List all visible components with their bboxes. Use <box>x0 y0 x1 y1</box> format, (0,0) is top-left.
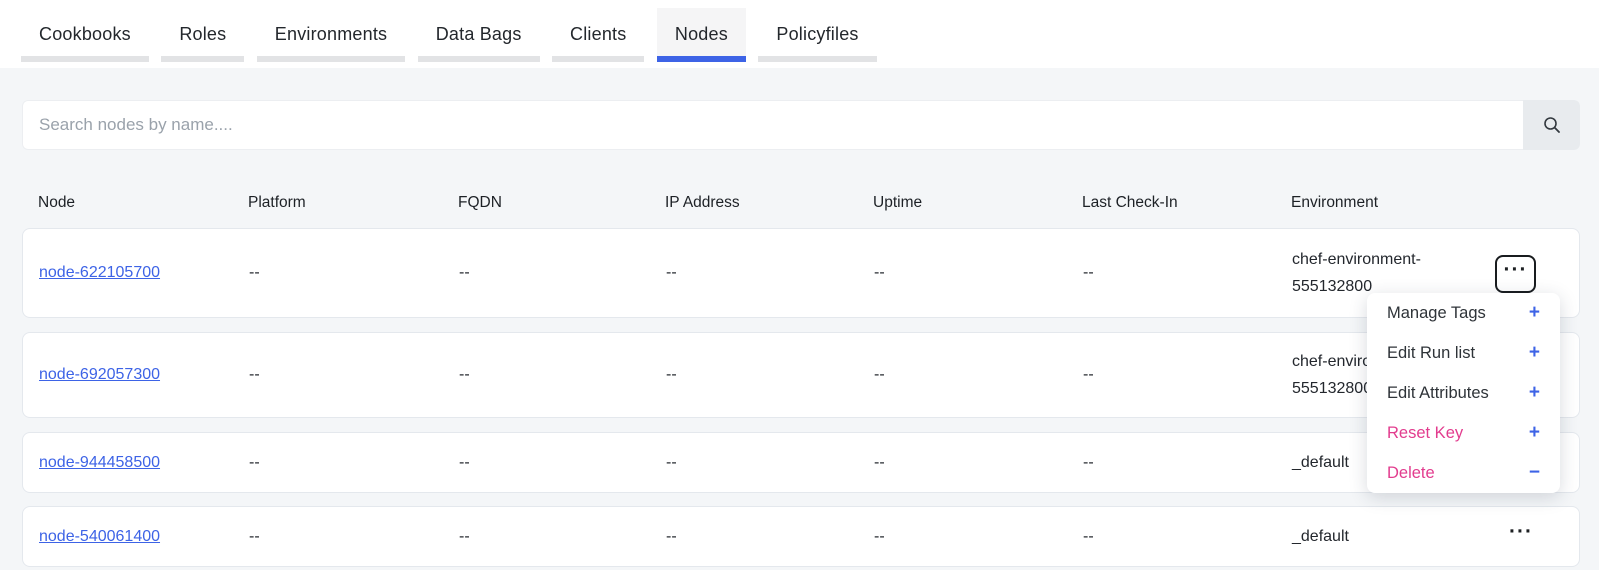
tab-clients[interactable]: Clients <box>552 8 644 62</box>
cell-uptime: -- <box>858 454 1067 472</box>
ellipsis-icon: ··· <box>1509 527 1533 537</box>
ellipsis-icon: ··· <box>1504 265 1528 275</box>
plus-icon: + <box>1529 302 1540 324</box>
tab-roles[interactable]: Roles <box>161 8 244 62</box>
minus-icon: − <box>1529 462 1540 484</box>
column-header-uptime: Uptime <box>857 194 1066 212</box>
row-actions-button[interactable]: ··· <box>1495 255 1536 293</box>
tab-nodes[interactable]: Nodes <box>657 8 746 62</box>
tab-policyfiles[interactable]: Policyfiles <box>758 8 876 62</box>
column-header-node: Node <box>22 194 232 212</box>
cell-last-check-in: -- <box>1067 264 1276 282</box>
tab-cookbooks[interactable]: Cookbooks <box>21 8 149 62</box>
cell-last-check-in: -- <box>1067 454 1276 472</box>
main-tabbar: Cookbooks Roles Environments Data Bags C… <box>0 0 1599 68</box>
cell-uptime: -- <box>858 528 1067 546</box>
menu-item-label: Reset Key <box>1387 424 1463 443</box>
node-link[interactable]: node-540061400 <box>39 528 160 545</box>
table-header: Node Platform FQDN IP Address Uptime Las… <box>22 180 1580 226</box>
cell-ip-address: -- <box>650 264 858 282</box>
plus-icon: + <box>1529 342 1540 364</box>
column-header-platform: Platform <box>232 194 442 212</box>
cell-platform: -- <box>233 264 443 282</box>
node-link[interactable]: node-622105700 <box>39 264 160 281</box>
search-input[interactable] <box>22 100 1523 150</box>
cell-platform: -- <box>233 366 443 384</box>
tab-environments[interactable]: Environments <box>257 8 405 62</box>
cell-environment: _default <box>1292 523 1349 550</box>
plus-icon: + <box>1529 382 1540 404</box>
cell-environment: chef-environment-555132800 <box>1292 246 1467 300</box>
menu-item-reset-key[interactable]: Reset Key + <box>1367 413 1560 453</box>
menu-item-label: Delete <box>1387 464 1435 483</box>
row-actions-menu: Manage Tags + Edit Run list + Edit Attri… <box>1367 293 1560 493</box>
menu-item-label: Edit Attributes <box>1387 384 1489 403</box>
cell-environment: _default <box>1292 449 1349 476</box>
menu-item-label: Manage Tags <box>1387 304 1486 323</box>
nodes-page: Cookbooks Roles Environments Data Bags C… <box>0 0 1599 570</box>
menu-item-manage-tags[interactable]: Manage Tags + <box>1367 293 1560 333</box>
cell-ip-address: -- <box>650 366 858 384</box>
table-row: node-540061400 -- -- -- -- -- _default ·… <box>22 506 1580 567</box>
plus-icon: + <box>1529 422 1540 444</box>
cell-uptime: -- <box>858 366 1067 384</box>
node-link[interactable]: node-692057300 <box>39 366 160 383</box>
cell-ip-address: -- <box>650 528 858 546</box>
row-actions-button[interactable]: ··· <box>1509 532 1533 542</box>
cell-last-check-in: -- <box>1067 366 1276 384</box>
table-row: node-692057300 -- -- -- -- -- chef-envir… <box>22 332 1580 418</box>
tab-data-bags[interactable]: Data Bags <box>418 8 540 62</box>
column-header-last-check-in: Last Check-In <box>1066 194 1275 212</box>
cell-fqdn: -- <box>443 366 650 384</box>
cell-last-check-in: -- <box>1067 528 1276 546</box>
column-header-fqdn: FQDN <box>442 194 649 212</box>
column-header-ip-address: IP Address <box>649 194 857 212</box>
column-header-environment: Environment <box>1275 194 1580 212</box>
menu-item-edit-run-list[interactable]: Edit Run list + <box>1367 333 1560 373</box>
search-button[interactable] <box>1523 100 1580 150</box>
cell-fqdn: -- <box>443 264 650 282</box>
node-search-bar <box>22 100 1580 150</box>
cell-platform: -- <box>233 528 443 546</box>
cell-ip-address: -- <box>650 454 858 472</box>
menu-item-edit-attributes[interactable]: Edit Attributes + <box>1367 373 1560 413</box>
node-link[interactable]: node-944458500 <box>39 454 160 471</box>
cell-fqdn: -- <box>443 454 650 472</box>
menu-item-label: Edit Run list <box>1387 344 1475 363</box>
cell-uptime: -- <box>858 264 1067 282</box>
search-icon <box>1542 115 1562 135</box>
menu-item-delete[interactable]: Delete − <box>1367 453 1560 493</box>
cell-platform: -- <box>233 454 443 472</box>
table-row: node-944458500 -- -- -- -- -- _default <box>22 432 1580 493</box>
cell-fqdn: -- <box>443 528 650 546</box>
table-row: node-622105700 -- -- -- -- -- chef-envir… <box>22 228 1580 318</box>
